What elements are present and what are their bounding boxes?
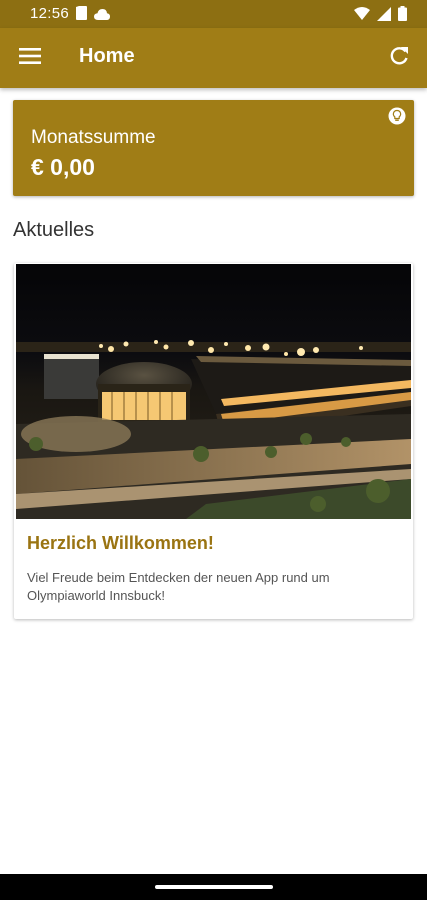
refresh-icon: [389, 46, 409, 71]
monthly-sum-label: Monatssumme: [31, 127, 156, 148]
news-title: Herzlich Willkommen!: [27, 533, 214, 553]
battery-icon: [398, 6, 407, 25]
status-time: 12:56: [30, 5, 70, 22]
sim-card-icon: [76, 6, 87, 24]
monthly-sum-card: Monatssumme € 0,00: [13, 100, 414, 196]
lightbulb-icon[interactable]: [388, 107, 406, 125]
news-text: Viel Freude beim Entdecken der neuen App…: [27, 570, 330, 603]
monthly-sum-value: € 0,00: [31, 154, 95, 180]
news-image: [16, 264, 411, 519]
home-indicator[interactable]: [155, 885, 273, 889]
navigation-bar: [0, 874, 427, 900]
page-title: Home: [79, 45, 135, 67]
news-section-title: Aktuelles: [13, 219, 95, 241]
menu-button[interactable]: [14, 42, 46, 74]
hamburger-menu-icon: [19, 47, 41, 69]
refresh-button[interactable]: [383, 42, 415, 74]
app-bar: Home: [0, 28, 427, 88]
cell-signal-icon: [377, 6, 391, 25]
wifi-icon: [354, 7, 370, 24]
status-bar: 12:56: [0, 0, 427, 28]
news-card[interactable]: Herzlich Willkommen! Viel Freude beim En…: [14, 263, 413, 619]
cloud-icon: [94, 7, 110, 24]
